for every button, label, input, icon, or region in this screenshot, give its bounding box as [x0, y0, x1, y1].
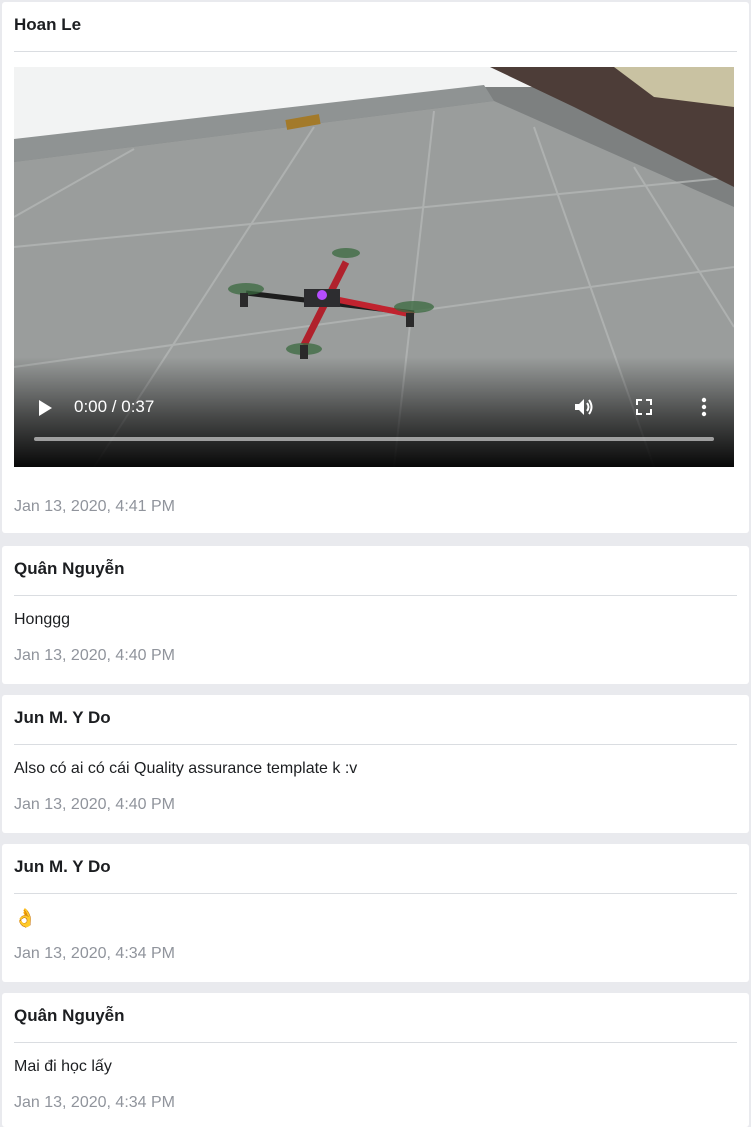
- post-author: Jun M. Y Do: [14, 695, 737, 745]
- post-author: Jun M. Y Do: [14, 844, 737, 894]
- post-card: Hoan Le 0:00 / 0:37 Jan 13, 2020, 4:41 P…: [2, 2, 749, 533]
- ok-hand-emoji: 👌: [14, 908, 37, 928]
- post-timestamp: Jan 13, 2020, 4:40 PM: [14, 796, 175, 813]
- post-author: Hoan Le: [14, 2, 737, 52]
- post-card: Quân Nguyễn Mai đi học lấy Jan 13, 2020,…: [2, 993, 749, 1127]
- post-card: Jun M. Y Do Also có ai có cái Quality as…: [2, 695, 749, 833]
- message-feed: Hoan Le 0:00 / 0:37 Jan 13, 2020, 4:41 P…: [0, 0, 751, 1127]
- post-author: Quân Nguyễn: [14, 546, 737, 596]
- post-message: Also có ai có cái Quality assurance temp…: [14, 760, 358, 777]
- video-player[interactable]: 0:00 / 0:37: [14, 67, 734, 467]
- fullscreen-icon[interactable]: [632, 395, 656, 419]
- more-vertical-icon[interactable]: [692, 395, 716, 419]
- post-card: Quân Nguyễn Honggg Jan 13, 2020, 4:40 PM: [2, 546, 749, 684]
- video-time-display: 0:00 / 0:37: [74, 397, 155, 416]
- post-timestamp: Jan 13, 2020, 4:41 PM: [14, 498, 175, 515]
- post-message: Mai đi học lấy: [14, 1058, 112, 1075]
- play-icon[interactable]: [34, 397, 56, 419]
- post-timestamp: Jan 13, 2020, 4:40 PM: [14, 647, 175, 664]
- volume-icon[interactable]: [572, 395, 596, 419]
- post-timestamp: Jan 13, 2020, 4:34 PM: [14, 1094, 175, 1111]
- video-progress-bar[interactable]: [34, 437, 714, 441]
- post-author: Quân Nguyễn: [14, 993, 737, 1043]
- post-timestamp: Jan 13, 2020, 4:34 PM: [14, 945, 175, 962]
- post-message: Honggg: [14, 611, 71, 628]
- post-card: Jun M. Y Do 👌 Jan 13, 2020, 4:34 PM: [2, 844, 749, 982]
